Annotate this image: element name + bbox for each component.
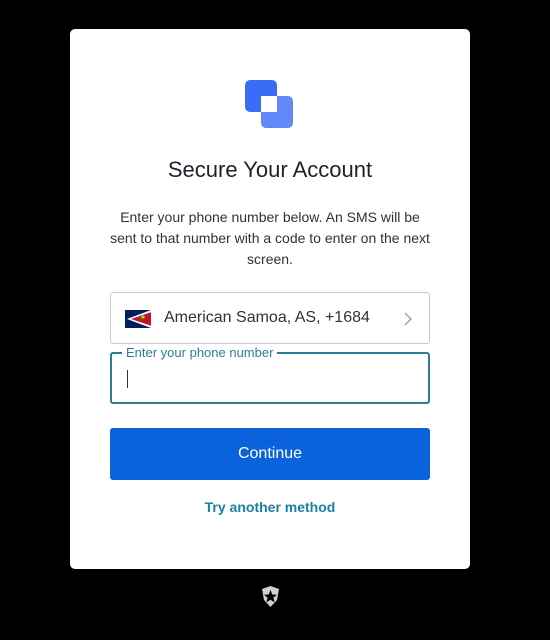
- login-card: Secure Your Account Enter your phone num…: [70, 29, 470, 569]
- page-title: Secure Your Account: [167, 157, 373, 182]
- instructions-text: Enter your phone number below. An SMS wi…: [110, 209, 430, 267]
- phone-field-label: Enter your phone number: [122, 345, 278, 360]
- american-samoa-flag-icon: [125, 310, 151, 328]
- continue-button[interactable]: Continue: [110, 428, 430, 480]
- country-label: American Samoa, AS, +1684: [164, 309, 370, 326]
- text-caret: [127, 370, 128, 388]
- auth0-shield-icon: [262, 586, 279, 607]
- country-selector[interactable]: American Samoa, AS, +1684: [110, 292, 430, 344]
- phone-input[interactable]: [126, 364, 416, 394]
- stacked-squares-logo-icon: [245, 80, 293, 128]
- phone-field[interactable]: Enter your phone number: [110, 345, 430, 404]
- try-another-method-link[interactable]: Try another method: [70, 499, 470, 515]
- chevron-right-icon: [404, 312, 412, 326]
